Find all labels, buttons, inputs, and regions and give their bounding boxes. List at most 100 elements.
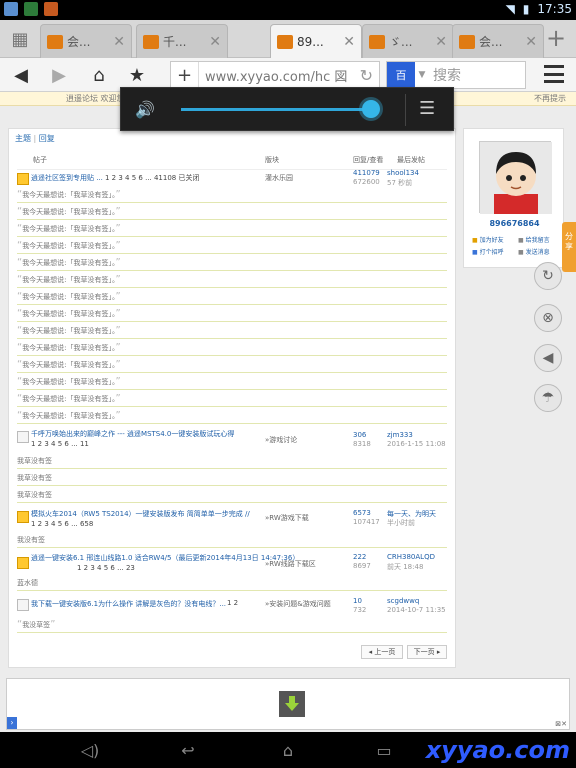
leave-message-link[interactable]: ■ 给我留言: [518, 235, 550, 244]
close-tab-icon[interactable]: ✕: [343, 34, 355, 50]
menu-icon[interactable]: [544, 65, 564, 83]
ad-banner[interactable]: › ⊠✕: [6, 678, 570, 730]
bookmark-star-icon[interactable]: ★: [124, 62, 150, 88]
thread-pages[interactable]: 1 2 3 4 5 6 ... 41108 已关闭: [105, 173, 199, 183]
tab-0[interactable]: 会... ✕: [40, 24, 132, 58]
volume-overlay: 🔊 ☰: [120, 87, 454, 131]
last-date: 2016-1-15 11:08: [387, 440, 446, 448]
umbrella-icon[interactable]: ☂: [534, 384, 562, 412]
site-favicon-icon: [277, 34, 293, 49]
thread-pages[interactable]: 1 2 3 4 5 6 ... 23: [77, 564, 135, 572]
volume-down-icon[interactable]: ◁): [72, 738, 108, 762]
prev-page-button[interactable]: ◂ 上一页: [361, 645, 403, 659]
tab-replies[interactable]: 回复: [39, 134, 55, 143]
thread-pages[interactable]: 1 2 3 4 5 6 ... 658: [31, 520, 93, 528]
recents-nav-icon[interactable]: ▭: [366, 738, 402, 762]
dismiss-notice-link[interactable]: 不再提示: [534, 92, 566, 106]
last-author[interactable]: shool134: [387, 169, 419, 177]
view-count: 672600: [353, 178, 380, 186]
reply-line: “我今天最想说:「我草没有签」。”: [17, 272, 447, 288]
new-tab-icon[interactable]: +: [542, 24, 570, 52]
add-icon[interactable]: +: [171, 62, 199, 88]
last-author[interactable]: scgdwwq: [387, 597, 419, 605]
say-hi-link[interactable]: ■ 打个招呼: [472, 247, 504, 256]
reply-line: “我今天最想说:「我草没有签」。”: [17, 289, 447, 305]
web-page: 逍遥论坛 欢迎您前 不再提示 主题 | 回复 帖子 版块 回复/查看 最后发帖 …: [0, 92, 576, 732]
reply-count: 6573: [353, 509, 371, 517]
tab-overview-icon[interactable]: ▦: [0, 20, 40, 58]
reply-line: 蓝水德: [17, 575, 447, 591]
last-date: 前天 18:48: [387, 563, 424, 571]
system-nav-bar: ◁) ↩ ⌂ ▭ xyyao.com: [0, 732, 576, 768]
col-board: 版块: [265, 156, 279, 164]
view-count: 8697: [353, 562, 371, 570]
add-friend-link[interactable]: ■ 加为好友: [472, 235, 504, 244]
search-engine-icon[interactable]: 百: [387, 62, 415, 88]
back-icon[interactable]: ◀: [8, 62, 34, 88]
close-tab-icon[interactable]: ✕: [113, 34, 125, 50]
chevron-down-icon[interactable]: ▼: [415, 70, 429, 80]
share-button[interactable]: 分享: [562, 222, 576, 272]
tab-1[interactable]: 千... ✕: [136, 24, 228, 58]
thread-board[interactable]: »游戏讨论: [265, 435, 297, 445]
tab-3[interactable]: ゞ... ✕: [362, 24, 454, 58]
thread-board[interactable]: »RW游戏下载: [265, 513, 309, 523]
download-icon[interactable]: [279, 691, 305, 717]
last-author[interactable]: CRH380ALQD: [387, 553, 435, 561]
avatar[interactable]: [479, 141, 552, 214]
view-count: 732: [353, 606, 367, 614]
thread-title[interactable]: 千呼万唤始出来的巅峰之作 --- 逍遥MSTS4.0一键安装版试玩心得: [31, 429, 234, 439]
download-notification-icon: [24, 2, 38, 16]
thread-title[interactable]: 模拟火车2014（RW5 TS2014）一键安装版发布 简简单单一步完成 //: [31, 509, 250, 519]
site-favicon-icon: [143, 34, 159, 49]
tab-title: 会...: [67, 35, 91, 49]
tab-title: 会...: [479, 35, 503, 49]
forward-icon[interactable]: ▶: [46, 62, 72, 88]
close-tab-icon[interactable]: ✕: [525, 34, 537, 50]
back-float-icon[interactable]: ◀: [534, 344, 562, 372]
address-bar[interactable]: + www.xyyao.com/hc 図 ↻: [170, 61, 380, 89]
last-author[interactable]: zjm333: [387, 431, 413, 439]
close-tab-icon[interactable]: ✕: [209, 34, 221, 50]
thread-board[interactable]: »安装问题&游戏问题: [265, 599, 331, 609]
reply-line: “我今天最想说:「我草没有签」。”: [17, 187, 447, 203]
username[interactable]: 896676864: [464, 219, 565, 228]
send-message-link[interactable]: ■ 发送消息: [518, 247, 550, 256]
reply-line: “我今天最想说:「我草没有签」。”: [17, 357, 447, 373]
search-box[interactable]: 百 ▼ 搜索: [386, 61, 526, 89]
view-count: 8318: [353, 440, 371, 448]
reply-line: “我没草签”: [17, 617, 447, 633]
thread-pages[interactable]: 1 2: [227, 599, 238, 607]
volume-slider-handle[interactable]: [362, 100, 380, 118]
thread-board[interactable]: 灌水乐园: [265, 173, 293, 183]
thread-pages[interactable]: 1 2 3 4 5 6 ... 11: [31, 440, 89, 448]
tab-topics[interactable]: 主题: [15, 134, 31, 143]
thread-title[interactable]: 逍遥社区签到专用贴 ...: [31, 173, 103, 183]
clock: 17:35: [537, 2, 572, 16]
thread-title[interactable]: 我下载一键安装版6.1为什么操作 讲解是灰色的？没有电线？...: [31, 599, 226, 609]
reload-icon[interactable]: ↻: [360, 66, 373, 85]
sound-settings-icon[interactable]: ☰: [419, 98, 435, 119]
reply-count: 222: [353, 553, 367, 561]
reply-count: 306: [353, 431, 367, 439]
thread-title[interactable]: 逍遥一键安装6.1 邢连山线路1.0 适合RW4/5（最后更新2014年4月13…: [31, 553, 299, 563]
tab-4[interactable]: 会... ✕: [452, 24, 544, 58]
thread-board[interactable]: »RW线路下载区: [265, 559, 316, 569]
hot-thread-icon: [17, 173, 29, 185]
close-page-icon[interactable]: ⊗: [534, 304, 562, 332]
ad-close-icon[interactable]: ⊠✕: [555, 720, 567, 728]
back-nav-icon[interactable]: ↩: [170, 738, 206, 762]
view-count: 107417: [353, 518, 380, 526]
tab-2-active[interactable]: 89... ✕: [270, 24, 362, 58]
home-icon[interactable]: ⌂: [86, 62, 112, 88]
refresh-icon[interactable]: ↻: [534, 262, 562, 290]
home-nav-icon[interactable]: ⌂: [270, 738, 306, 762]
site-favicon-icon: [47, 34, 63, 49]
volume-slider[interactable]: [181, 108, 371, 111]
user-profile-panel: 896676864 ■ 加为好友 ■ 给我留言 ■ 打个招呼 ■ 发送消息: [463, 128, 564, 268]
next-page-button[interactable]: 下一页 ▸: [407, 645, 447, 659]
close-tab-icon[interactable]: ✕: [435, 34, 447, 50]
last-date: 2014-10-7 11:35: [387, 606, 446, 614]
breadcrumb: 主题 | 回复: [15, 134, 55, 143]
col-thread: 帖子: [33, 156, 47, 164]
